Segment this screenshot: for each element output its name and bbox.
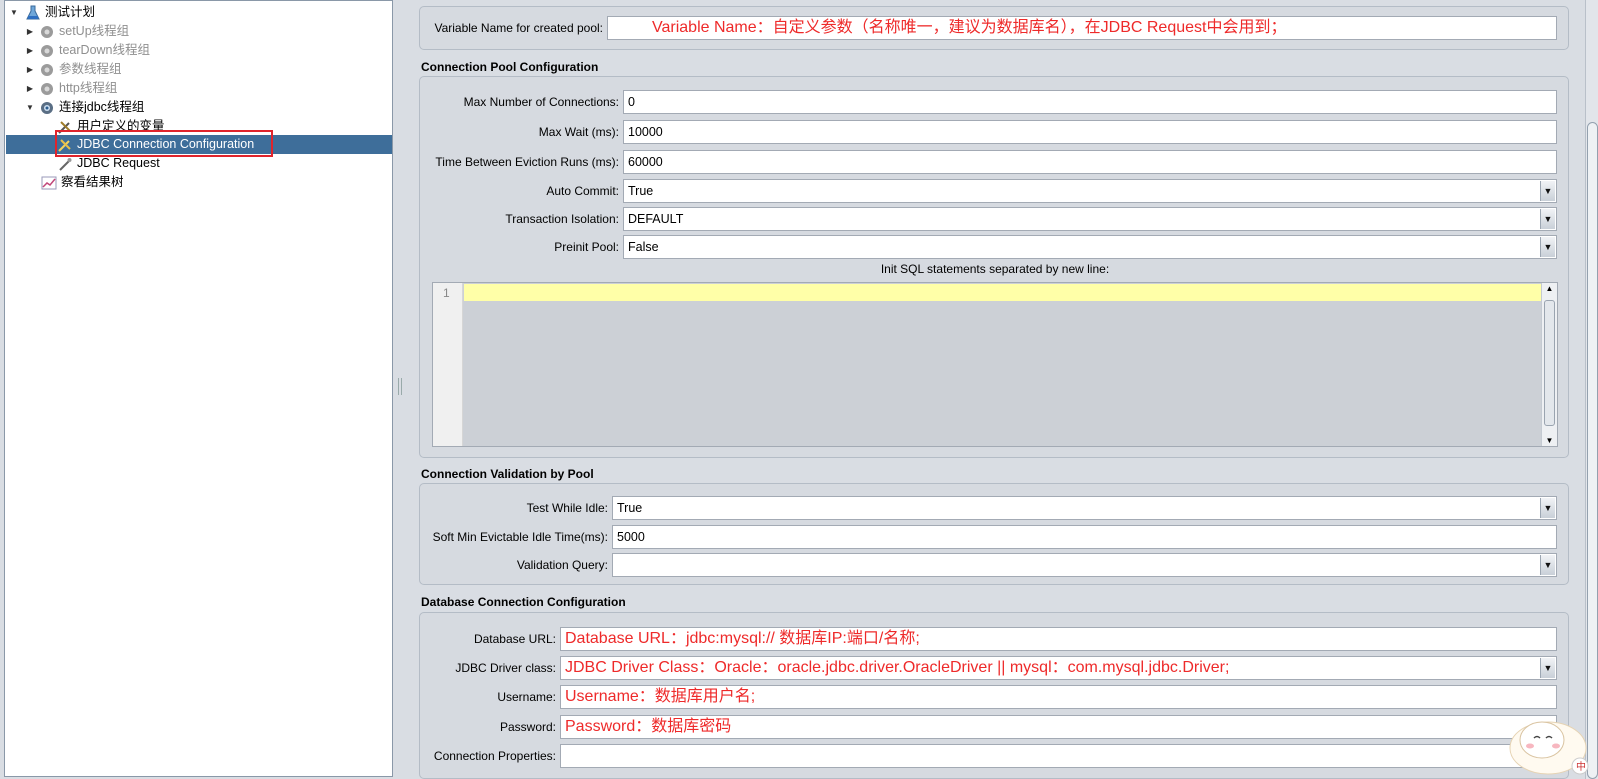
init-sql-editor[interactable]: 1 ▲ ▼ xyxy=(432,282,1558,447)
gear-icon xyxy=(41,64,53,76)
chevron-down-icon[interactable]: ▼ xyxy=(1540,237,1555,257)
soft-min-idle-input[interactable]: 5000 xyxy=(612,525,1557,549)
database-section-title: Database Connection Configuration xyxy=(421,595,626,609)
gear-icon xyxy=(41,83,53,95)
max-connections-input[interactable]: 0 xyxy=(623,90,1557,114)
line-number: 1 xyxy=(443,286,450,300)
username-label: Username: xyxy=(497,690,556,704)
tree-label: http线程组 xyxy=(59,81,118,95)
beaker-icon xyxy=(26,5,40,20)
collapse-arrow-icon[interactable]: ▶ xyxy=(25,60,35,79)
transaction-isolation-label: Transaction Isolation: xyxy=(505,212,619,226)
transaction-isolation-value: DEFAULT xyxy=(628,212,684,226)
max-connections-label: Max Number of Connections: xyxy=(463,95,619,109)
chevron-down-icon[interactable]: ▼ xyxy=(1540,209,1555,229)
tree-label: setUp线程组 xyxy=(59,24,130,38)
current-line-highlight xyxy=(464,284,1542,301)
variable-name-input[interactable]: Variable Name：自定义参数（名称唯一，建议为数据库名），在JDBC … xyxy=(607,16,1557,40)
preinit-pool-value: False xyxy=(628,240,659,254)
main-scrollbar[interactable] xyxy=(1585,0,1598,779)
username-value: Username：数据库用户名; xyxy=(565,688,756,705)
validation-section-title: Connection Validation by Pool xyxy=(421,467,594,481)
connection-properties-input[interactable] xyxy=(560,744,1557,768)
jdbc-driver-select[interactable]: JDBC Driver Class：Oracle：oracle.jdbc.dri… xyxy=(560,656,1557,680)
auto-commit-label: Auto Commit: xyxy=(546,184,619,198)
scroll-up-icon[interactable]: ▲ xyxy=(1542,284,1557,293)
eviction-runs-label: Time Between Eviction Runs (ms): xyxy=(435,155,619,169)
annotation-highlight-box xyxy=(55,130,273,157)
scroll-down-icon[interactable]: ▼ xyxy=(1542,436,1557,445)
mascot-sticker-icon: 中 xyxy=(1509,721,1589,775)
gear-icon xyxy=(41,45,53,57)
max-wait-label: Max Wait (ms): xyxy=(538,125,619,139)
jdbc-driver-value: JDBC Driver Class：Oracle：oracle.jdbc.dri… xyxy=(565,659,1230,676)
tree-label: 参数线程组 xyxy=(59,62,122,76)
max-wait-input[interactable]: 10000 xyxy=(623,120,1557,144)
test-while-idle-label: Test While Idle: xyxy=(526,501,608,515)
gear-icon xyxy=(41,102,53,114)
chevron-down-icon[interactable]: ▼ xyxy=(1540,498,1555,518)
editor-scrollbar[interactable]: ▲ ▼ xyxy=(1541,283,1557,446)
expand-arrow-icon[interactable]: ▼ xyxy=(9,3,19,22)
tree-label: 测试计划 xyxy=(45,5,96,19)
connection-properties-label: Connection Properties: xyxy=(433,749,556,763)
variable-name-label: Variable Name for created pool: xyxy=(434,21,603,35)
database-url-label: Database URL: xyxy=(473,632,556,646)
collapse-arrow-icon[interactable]: ▶ xyxy=(25,79,35,98)
eviction-runs-input[interactable]: 60000 xyxy=(623,150,1557,174)
jdbc-driver-label: JDBC Driver class: xyxy=(455,661,556,675)
collapse-arrow-icon[interactable]: ▶ xyxy=(25,41,35,60)
chevron-down-icon[interactable]: ▼ xyxy=(1540,658,1555,678)
chevron-down-icon[interactable]: ▼ xyxy=(1540,555,1555,575)
pool-section-title: Connection Pool Configuration xyxy=(421,60,599,74)
validation-query-label: Validation Query: xyxy=(516,558,608,572)
auto-commit-value: True xyxy=(628,184,654,198)
transaction-isolation-select[interactable]: DEFAULT ▼ xyxy=(623,207,1557,231)
validation-query-select[interactable]: ▼ xyxy=(612,553,1557,577)
gear-icon xyxy=(41,26,53,38)
tree-label: 察看结果树 xyxy=(61,175,124,189)
database-url-value: Database URL：jdbc:mysql:// 数据库IP:端口/名称; xyxy=(565,630,920,647)
line-number-gutter: 1 xyxy=(433,283,463,446)
variable-name-value: Variable Name：自定义参数（名称唯一，建议为数据库名），在JDBC … xyxy=(652,19,1287,36)
preinit-pool-label: Preinit Pool: xyxy=(554,240,619,254)
pipette-icon xyxy=(59,158,72,171)
soft-min-idle-label: Soft Min Evictable Idle Time(ms): xyxy=(432,530,608,544)
tree-label: tearDown线程组 xyxy=(59,43,150,57)
preinit-pool-select[interactable]: False ▼ xyxy=(623,235,1557,259)
test-while-idle-value: True xyxy=(617,501,643,515)
test-while-idle-select[interactable]: True ▼ xyxy=(612,496,1557,520)
svg-text:中: 中 xyxy=(1576,760,1586,773)
split-pane-divider[interactable] xyxy=(395,0,407,779)
auto-commit-select[interactable]: True ▼ xyxy=(623,179,1557,203)
username-input[interactable]: Username：数据库用户名; xyxy=(560,685,1557,709)
scrollbar-thumb[interactable] xyxy=(1544,300,1555,426)
chart-icon xyxy=(41,176,57,190)
chevron-down-icon[interactable]: ▼ xyxy=(1540,181,1555,201)
password-label: Password: xyxy=(499,720,556,734)
divider-grip-icon[interactable] xyxy=(398,378,402,395)
test-plan-tree[interactable]: ▼ 测试计划 ▶ setUp线程组 ▶ tearDown线程组 ▶ 参数线程组 … xyxy=(4,0,393,777)
collapse-arrow-icon[interactable]: ▶ xyxy=(25,22,35,41)
init-sql-label: Init SQL statements separated by new lin… xyxy=(880,262,1110,276)
scrollbar-thumb[interactable] xyxy=(1587,122,1598,779)
expand-arrow-icon[interactable]: ▼ xyxy=(25,98,35,117)
password-value: Password：数据库密码 xyxy=(565,718,732,735)
password-input[interactable]: Password：数据库密码 xyxy=(560,715,1557,739)
database-url-input[interactable]: Database URL：jdbc:mysql:// 数据库IP:端口/名称; xyxy=(560,627,1557,651)
tree-label: 连接jdbc线程组 xyxy=(59,100,145,114)
